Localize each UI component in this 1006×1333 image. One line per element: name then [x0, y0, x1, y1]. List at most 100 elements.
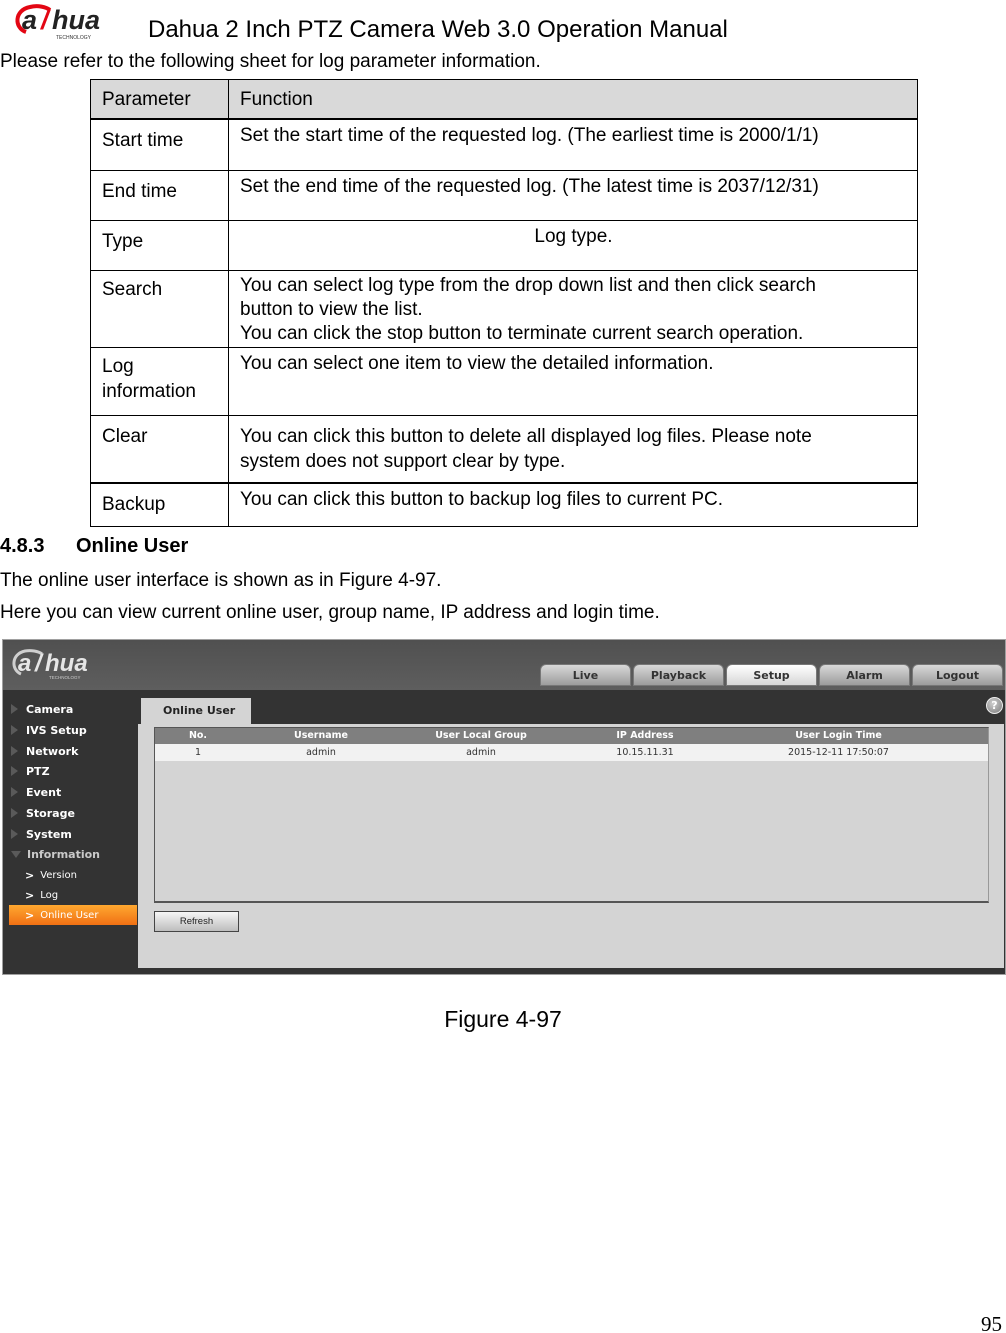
- tab-setup[interactable]: Setup: [726, 664, 817, 686]
- table-header-row: No. Username User Local Group IP Address…: [155, 728, 988, 744]
- triangle-right-icon: [11, 725, 18, 735]
- document-header: a / hua TECHNOLOGY Dahua 2 Inch PTZ Came…: [0, 0, 1006, 46]
- refresh-button[interactable]: Refresh: [154, 911, 239, 932]
- triangle-right-icon: [11, 829, 18, 839]
- column-header-ip: IP Address: [616, 730, 674, 741]
- triangle-right-icon: [11, 766, 18, 776]
- tab-live[interactable]: Live: [540, 664, 631, 686]
- sidebar: Camera IVS Setup Network PTZ Event Stora…: [3, 690, 138, 974]
- dahua-logo: a / hua TECHNOLOGY: [15, 4, 100, 41]
- figure-caption: Figure 4-97: [444, 1006, 562, 1032]
- cell-no: 1: [194, 747, 202, 758]
- param-cell: Backup: [90, 482, 229, 527]
- svg-text:hua: hua: [52, 5, 100, 35]
- sidebar-item-label: Camera: [26, 702, 74, 716]
- table-row: Search You can select log type from the …: [90, 269, 918, 348]
- svg-text:a: a: [18, 650, 31, 677]
- header-parameter: Parameter: [90, 79, 229, 120]
- function-line: You can click this button to delete all …: [240, 425, 812, 447]
- table-row[interactable]: 1 admin admin 10.15.11.31 2015-12-11 17:…: [155, 744, 988, 761]
- table-row: Type Log type.: [90, 219, 918, 271]
- chevron-right-icon: >: [25, 888, 35, 902]
- function-cell: You can select one item to view the deta…: [228, 346, 918, 416]
- function-cell: Set the end time of the requested log. (…: [228, 169, 918, 221]
- svg-text:/: /: [34, 650, 44, 677]
- param-cell: End time: [90, 169, 229, 221]
- svg-text:hua: hua: [45, 650, 88, 677]
- triangle-right-icon: [11, 746, 18, 756]
- sidebar-item-label: IVS Setup: [26, 723, 87, 737]
- sidebar-item-label: System: [26, 827, 72, 841]
- app-logo: a / hua TECHNOLOGY: [12, 649, 88, 680]
- function-cell: Log type.: [228, 219, 918, 271]
- content-tab-bar: [138, 690, 1005, 724]
- function-line: You can click the stop button to termina…: [240, 322, 804, 344]
- function-cell: You can click this button to delete all …: [228, 414, 918, 484]
- svg-text:a: a: [22, 5, 37, 35]
- sidebar-item-event[interactable]: Event: [11, 782, 61, 802]
- column-header-username: Username: [293, 730, 348, 741]
- section-paragraph: Here you can view current online user, g…: [0, 602, 660, 623]
- svg-text:TECHNOLOGY: TECHNOLOGY: [56, 35, 92, 41]
- param-line: Log: [102, 355, 134, 377]
- table-row: Clear You can click this button to delet…: [90, 414, 918, 484]
- page-number: 95: [981, 1312, 1002, 1333]
- svg-text:TECHNOLOGY: TECHNOLOGY: [49, 675, 81, 680]
- sidebar-subitem-online-user[interactable]: > Online User: [9, 905, 137, 925]
- cell-username: admin: [306, 747, 336, 758]
- tab-logout[interactable]: Logout: [912, 664, 1003, 686]
- tab-alarm[interactable]: Alarm: [819, 664, 910, 686]
- sidebar-item-ptz[interactable]: PTZ: [11, 761, 50, 781]
- tab-online-user[interactable]: Online User: [141, 698, 251, 724]
- triangle-down-icon: [11, 850, 21, 858]
- function-line: You can select log type from the drop do…: [240, 274, 816, 296]
- chevron-right-icon: >: [25, 868, 35, 882]
- sidebar-item-storage[interactable]: Storage: [11, 803, 75, 823]
- tab-playback[interactable]: Playback: [633, 664, 724, 686]
- sidebar-item-label: Information: [27, 847, 100, 861]
- sidebar-item-system[interactable]: System: [11, 824, 72, 844]
- triangle-right-icon: [11, 704, 18, 714]
- section-title: Online User: [76, 535, 189, 557]
- sidebar-item-label: Storage: [26, 806, 75, 820]
- parameter-table: Parameter Function Start time Set the st…: [90, 79, 918, 527]
- section-number: 4.8.3: [0, 535, 45, 557]
- help-icon[interactable]: ?: [986, 697, 1003, 714]
- column-header-no: No.: [188, 730, 208, 741]
- section-heading: 4.8.3 Online User: [0, 535, 188, 558]
- column-header-group: User Local Group: [435, 730, 527, 741]
- intro-text: Please refer to the following sheet for …: [0, 51, 541, 72]
- sidebar-item-label: Event: [26, 785, 62, 799]
- sidebar-item-ivs-setup[interactable]: IVS Setup: [11, 720, 87, 740]
- document-title: Dahua 2 Inch PTZ Camera Web 3.0 Operatio…: [148, 16, 728, 43]
- function-line: button to view the list.: [240, 298, 423, 320]
- sidebar-subitem-label: Version: [40, 869, 77, 881]
- table-header-row: Parameter Function: [90, 79, 918, 120]
- cell-group: admin: [466, 747, 496, 758]
- cell-login-time: 2015-12-11 17:50:07: [788, 747, 889, 758]
- sidebar-item-network[interactable]: Network: [11, 741, 78, 761]
- sidebar-item-information[interactable]: Information: [11, 844, 100, 864]
- column-header-login-time: User Login Time: [795, 730, 882, 741]
- sidebar-subitem-version[interactable]: > Version: [9, 865, 137, 885]
- sidebar-subitem-log[interactable]: > Log: [9, 885, 137, 905]
- param-cell: Type: [90, 219, 229, 271]
- cell-ip: 10.15.11.31: [616, 747, 674, 758]
- sidebar-item-label: Network: [26, 744, 79, 758]
- section-paragraph: The online user interface is shown as in…: [0, 570, 442, 591]
- top-nav-tabs: Live Playback Setup Alarm Logout: [540, 664, 1003, 686]
- table-row: End time Set the end time of the request…: [90, 169, 918, 221]
- triangle-right-icon: [11, 787, 18, 797]
- param-cell: Start time: [90, 118, 229, 171]
- table-row: Log information You can select one item …: [90, 346, 918, 416]
- table-row: Start time Set the start time of the req…: [90, 118, 918, 171]
- function-cell: Set the start time of the requested log.…: [228, 118, 918, 171]
- function-line: system does not support clear by type.: [240, 450, 566, 472]
- app-header: a / hua TECHNOLOGY Live Playback Setup A…: [3, 640, 1005, 690]
- online-user-table: No. Username User Local Group IP Address…: [154, 727, 989, 903]
- param-cell: Clear: [90, 414, 229, 484]
- table-row: Backup You can click this button to back…: [90, 482, 918, 527]
- function-cell: You can select log type from the drop do…: [228, 269, 918, 348]
- header-function: Function: [228, 79, 918, 120]
- sidebar-item-camera[interactable]: Camera: [11, 699, 73, 719]
